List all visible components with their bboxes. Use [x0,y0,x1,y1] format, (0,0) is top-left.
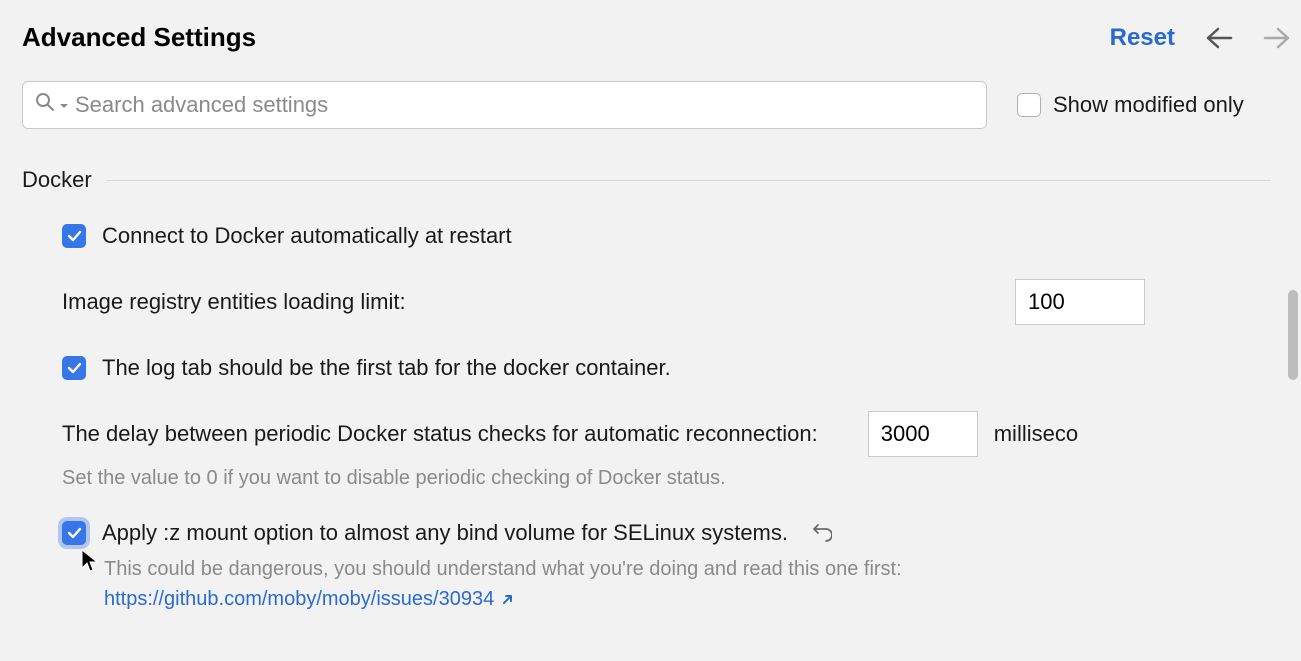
selinux-link[interactable]: https://github.com/moby/moby/issues/3093… [104,588,494,610]
connect-auto-checkbox[interactable] [62,224,86,248]
selinux-checkbox[interactable] [62,521,86,545]
status-delay-hint: Set the value to 0 if you want to disabl… [62,467,1271,490]
forward-arrow-icon [1263,27,1291,49]
external-link-icon [500,588,514,610]
show-modified-checkbox[interactable] [1017,93,1041,117]
search-icon [35,92,55,118]
search-field-wrap[interactable] [22,81,987,129]
selinux-label: Apply :z mount option to almost any bind… [102,520,788,546]
scrollbar-thumb[interactable] [1288,290,1298,380]
revert-icon[interactable] [810,522,832,544]
section-title-docker: Docker [22,167,92,193]
registry-limit-input[interactable] [1015,279,1145,325]
log-first-checkbox[interactable] [62,356,86,380]
connect-auto-label: Connect to Docker automatically at resta… [102,223,512,249]
search-dropdown-icon[interactable] [59,93,69,117]
section-divider [106,180,1271,181]
search-input[interactable] [73,91,974,119]
back-arrow-icon[interactable] [1205,27,1233,49]
status-delay-input[interactable] [868,411,978,457]
status-delay-unit: milliseco [994,421,1094,447]
page-title: Advanced Settings [22,22,256,53]
status-delay-label: The delay between periodic Docker status… [62,421,818,447]
registry-limit-label: Image registry entities loading limit: [62,289,406,315]
reset-button[interactable]: Reset [1110,24,1175,52]
log-first-label: The log tab should be the first tab for … [102,355,671,381]
selinux-desc: This could be dangerous, you should unde… [104,558,902,580]
show-modified-label: Show modified only [1053,92,1244,118]
